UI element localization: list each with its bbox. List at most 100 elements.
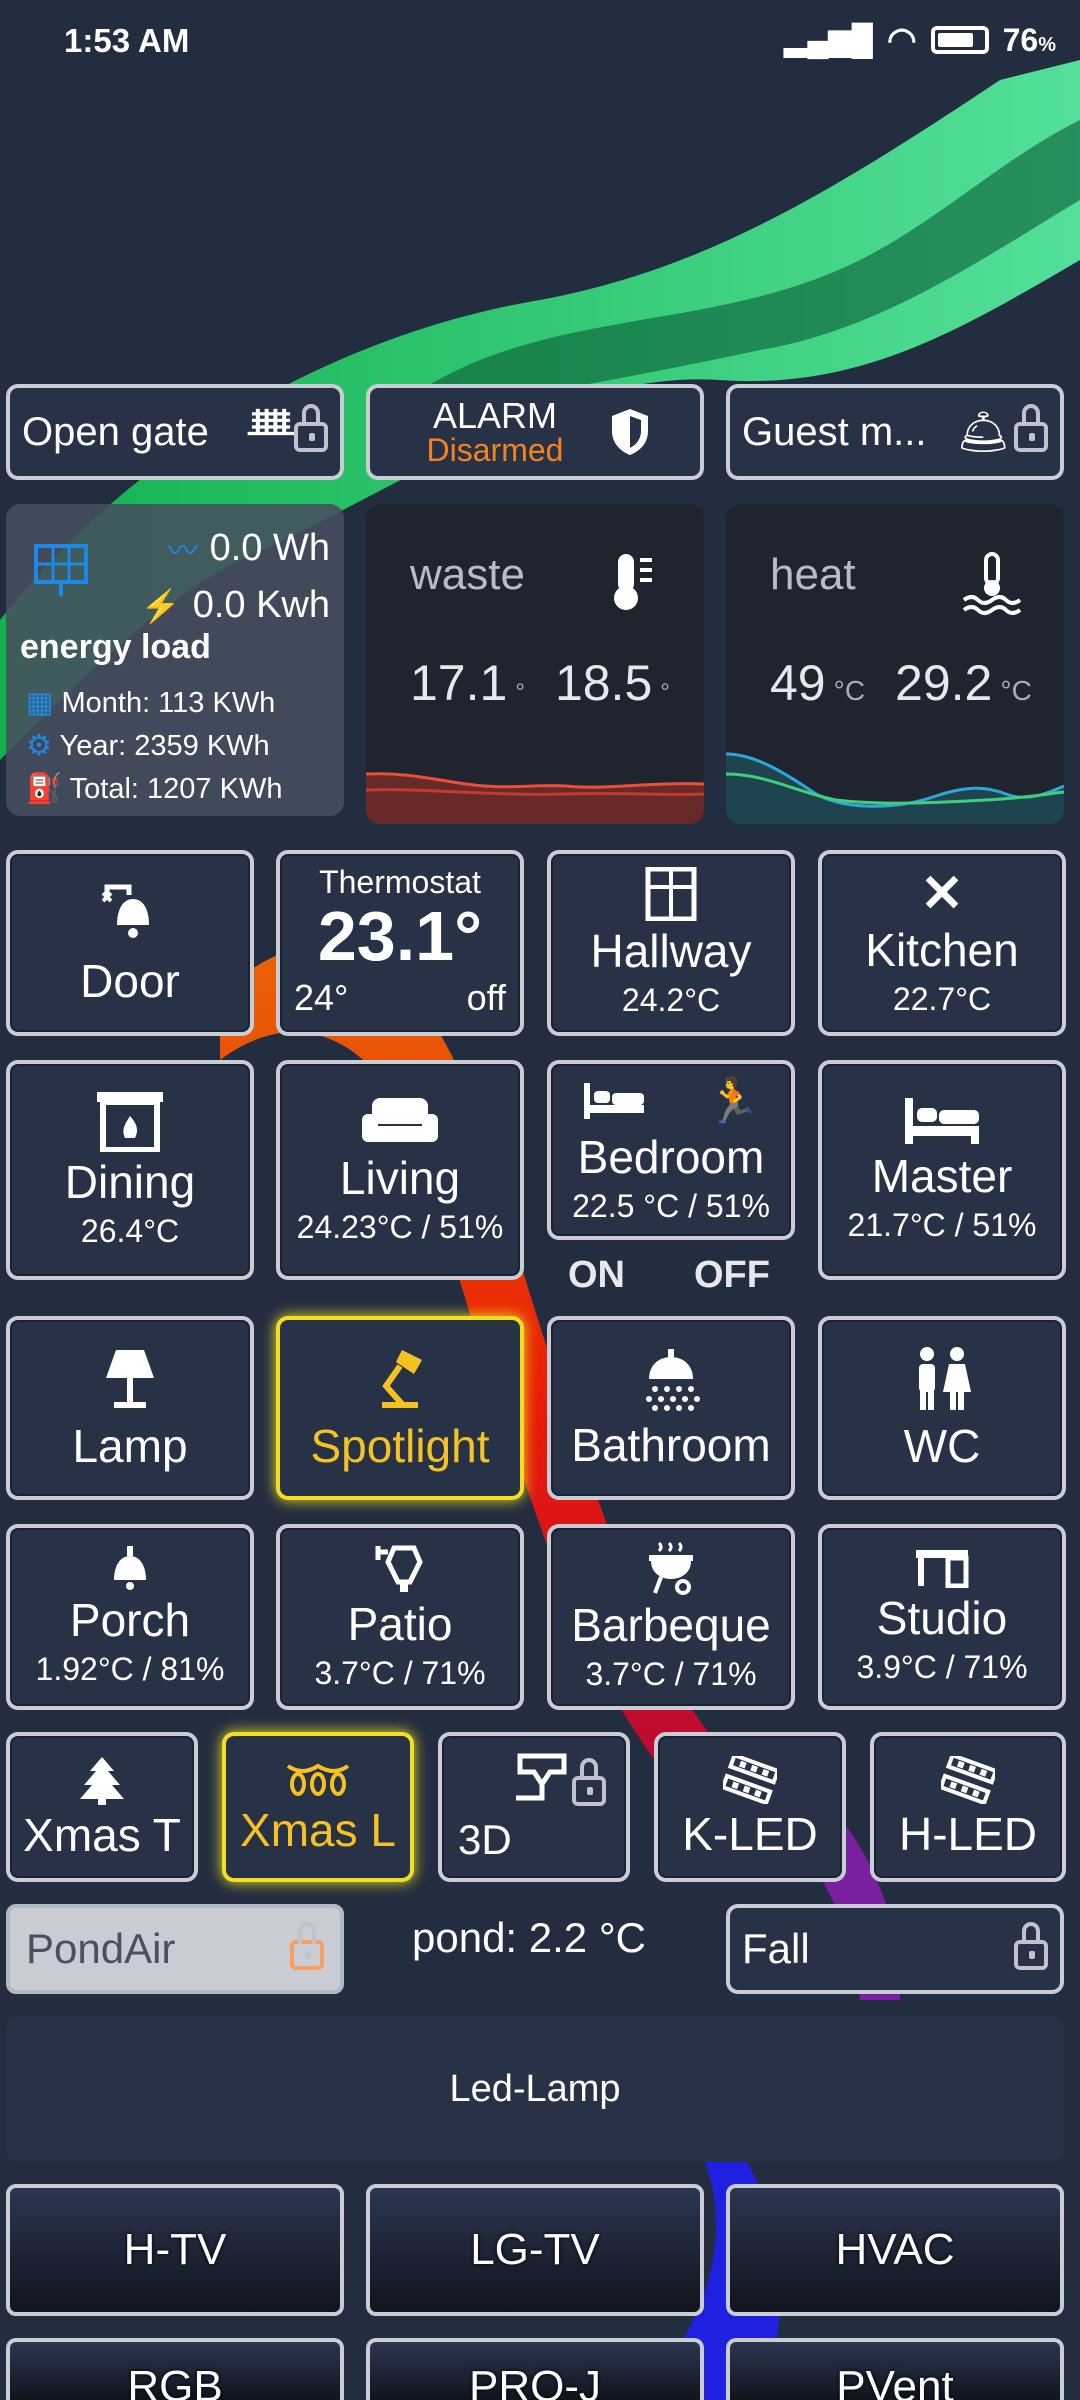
- bathroom-label: Bathroom: [571, 1418, 771, 1471]
- kitchen-label: Kitchen: [865, 924, 1019, 977]
- energy-card[interactable]: 〰 0.0 Wh ⚡ 0.0 Kwh energy load ▦ Month: …: [6, 504, 344, 816]
- pond-air-button[interactable]: PondAir: [6, 1904, 344, 1994]
- pulse-icon: 〰: [167, 535, 198, 568]
- projector-button[interactable]: PRO-J: [366, 2338, 704, 2400]
- master-tile[interactable]: Master 21.7°C / 51%: [818, 1060, 1066, 1280]
- calendar-icon: ▦: [26, 687, 54, 719]
- waste-unit-1: °: [515, 679, 525, 706]
- desk-lamp-icon: [382, 1349, 422, 1408]
- month-value: Month: 113 KWh: [61, 687, 276, 719]
- printer-3d-tile[interactable]: 3D: [438, 1732, 630, 1882]
- heat-unit-2: °C: [1000, 675, 1032, 706]
- status-time: 1:53 AM: [64, 22, 190, 59]
- heat-card[interactable]: heat 49 °C 29.2 °C: [726, 504, 1064, 824]
- living-tile[interactable]: Living 24.23°C / 51%: [276, 1060, 524, 1280]
- bed-icon: [905, 1098, 979, 1145]
- porch-tile[interactable]: Porch 1.92°C / 81%: [6, 1524, 254, 1710]
- waste-title: waste: [410, 550, 525, 599]
- studio-label: Studio: [876, 1592, 1008, 1645]
- studio-temp: 3.9°C / 71%: [856, 1648, 1028, 1685]
- thermometer-icon: [614, 554, 652, 610]
- xmas-tree-tile[interactable]: Xmas T: [6, 1732, 198, 1882]
- printer-3d-label: 3D: [458, 1815, 512, 1863]
- status-icons: ▂▄▆█ ◠ 76%: [784, 21, 1056, 59]
- heat-value-1: 49: [770, 655, 826, 711]
- xmas-lights-label: Xmas L: [240, 1803, 396, 1856]
- pond-air-label: PondAir: [26, 1925, 176, 1972]
- shield-icon: [612, 409, 648, 455]
- master-label: Master: [871, 1150, 1013, 1203]
- lock-icon: [294, 404, 328, 452]
- outdoor-lamp-icon: [375, 1545, 423, 1593]
- waste-value-2: 18.5: [554, 655, 653, 711]
- guest-icon: 🛎: [956, 407, 1010, 455]
- on-button[interactable]: ON: [568, 1254, 625, 1297]
- battery-percent: 76: [1002, 21, 1039, 58]
- fork-knife-icon: ✕: [920, 865, 964, 924]
- fuel-icon: ⛽: [26, 773, 63, 805]
- chip-icon: ⚙: [26, 730, 52, 762]
- guest-mode-button[interactable]: Guest m... 🛎: [726, 384, 1064, 480]
- open-gate-label: Open gate: [22, 409, 209, 454]
- bed-icon: [583, 1083, 644, 1120]
- thermostat-temp: 23.1°: [317, 897, 483, 975]
- hvac-label: HVAC: [835, 2225, 955, 2274]
- heat-value-2: 29.2: [895, 655, 993, 711]
- dining-tile[interactable]: Dining 26.4°C: [6, 1060, 254, 1280]
- xmas-tree-label: Xmas T: [23, 1808, 181, 1861]
- barbeque-tile[interactable]: Barbeque 3.7°C / 71%: [547, 1524, 795, 1710]
- led-strip-icon: [941, 1755, 995, 1804]
- bathroom-tile[interactable]: Bathroom: [547, 1316, 795, 1500]
- barbeque-temp: 3.7°C / 71%: [585, 1655, 757, 1692]
- porch-label: Porch: [69, 1594, 191, 1647]
- spotlight-label: Spotlight: [310, 1419, 490, 1472]
- lg-tv-button[interactable]: LG-TV: [366, 2184, 704, 2316]
- energy-title: energy load: [20, 628, 211, 666]
- lock-icon: [572, 1758, 606, 1806]
- heat-unit-1: °C: [833, 675, 866, 706]
- rgb-button[interactable]: RGB: [6, 2338, 344, 2400]
- kitchen-tile[interactable]: ✕ Kitchen 22.7°C: [818, 850, 1066, 1036]
- year-value: Year: 2359 KWh: [59, 730, 270, 762]
- bedroom-tile[interactable]: 🏃 Bedroom 22.5 °C / 51%: [547, 1060, 795, 1240]
- vent-button[interactable]: PVent: [726, 2338, 1064, 2400]
- lamp-tile[interactable]: Lamp: [6, 1316, 254, 1500]
- lock-icon: [1014, 404, 1048, 452]
- k-led-tile[interactable]: K-LED: [654, 1732, 846, 1882]
- wc-tile[interactable]: WC: [818, 1316, 1066, 1500]
- off-button[interactable]: OFF: [694, 1254, 770, 1297]
- wc-label: WC: [903, 1419, 981, 1472]
- waste-card[interactable]: waste 17.1 ° 18.5 °: [366, 504, 704, 824]
- fireplace-icon: [97, 1092, 163, 1153]
- barbeque-label: Barbeque: [571, 1599, 771, 1652]
- sofa-icon: [362, 1098, 438, 1143]
- 3d-printer-icon: [516, 1753, 567, 1801]
- xmas-lights-tile[interactable]: Xmas L: [222, 1732, 414, 1882]
- patio-tile[interactable]: Patio 3.7°C / 71%: [276, 1524, 524, 1710]
- water-heater-icon: [962, 552, 1022, 615]
- guest-mode-label: Guest m...: [742, 409, 927, 454]
- h-tv-button[interactable]: H-TV: [6, 2184, 344, 2316]
- grill-icon: [649, 1542, 693, 1596]
- studio-tile[interactable]: Studio 3.9°C / 71%: [818, 1524, 1066, 1710]
- lock-icon: [290, 1922, 324, 1970]
- alarm-state: Disarmed: [426, 432, 564, 468]
- open-gate-button[interactable]: Open gate ᚙ: [6, 384, 344, 480]
- thermostat-mode: off: [466, 977, 506, 1018]
- hvac-button[interactable]: HVAC: [726, 2184, 1064, 2316]
- lamp-icon: [106, 1349, 154, 1408]
- fall-button[interactable]: Fall: [726, 1904, 1064, 1994]
- lg-tv-label: LG-TV: [470, 2225, 600, 2274]
- alarm-button[interactable]: ALARM Disarmed: [366, 384, 704, 480]
- patio-label: Patio: [347, 1598, 453, 1651]
- h-led-tile[interactable]: H-LED: [870, 1732, 1066, 1882]
- spotlight-tile[interactable]: Spotlight: [276, 1316, 524, 1500]
- thermostat-tile[interactable]: Thermostat 23.1° 24° off: [276, 850, 524, 1036]
- waste-sparkline: [366, 772, 704, 824]
- motion-icon: 🏃: [705, 1077, 761, 1127]
- door-tile[interactable]: Door: [6, 850, 254, 1036]
- waste-value-1: 17.1: [410, 655, 508, 711]
- hallway-door-icon: [645, 867, 697, 922]
- led-lamp-button[interactable]: Led-Lamp: [6, 2016, 1064, 2162]
- hallway-tile[interactable]: Hallway 24.2°C: [547, 850, 795, 1036]
